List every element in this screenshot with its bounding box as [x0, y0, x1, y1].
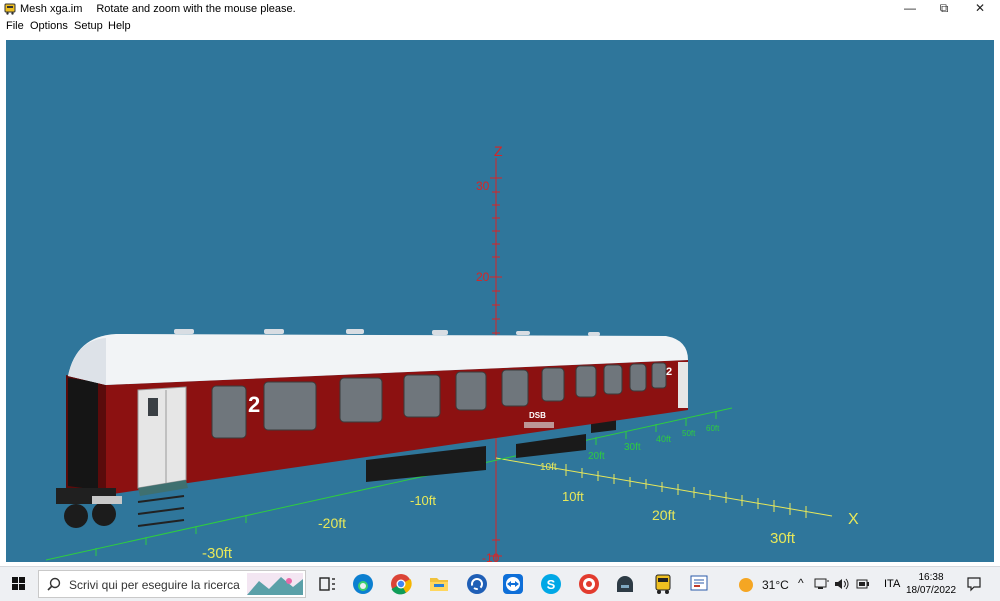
edge-browser-icon[interactable] — [350, 571, 376, 597]
red-app-icon[interactable] — [576, 571, 602, 597]
z-tick-neg10: -10 — [482, 551, 500, 562]
search-placeholder: Scrivi qui per eseguire la ricerca — [69, 578, 240, 592]
skype-icon[interactable]: S — [538, 571, 564, 597]
class-number-far: 2 — [666, 366, 672, 378]
teamviewer-icon[interactable] — [500, 571, 526, 597]
z-tick-20: 20 — [476, 270, 490, 284]
battery-icon[interactable] — [856, 578, 870, 590]
far-door — [678, 362, 688, 408]
menu-file[interactable]: File — [6, 20, 24, 32]
clock-time: 16:38 — [918, 572, 944, 583]
window-title: Mesh xga.im Rotate and zoom with the mous… — [20, 3, 296, 15]
sync-app-icon[interactable] — [464, 571, 490, 597]
restore-button[interactable]: ⧉ — [926, 0, 962, 18]
3d-viewport[interactable]: Z 30 20 -10 X 10ft 20ft 30ft -10ft -20ft… — [6, 40, 994, 562]
x-tick-30ft: 30ft — [770, 530, 796, 547]
app-train-icon — [4, 3, 16, 15]
end-gangway — [68, 378, 98, 490]
windows-start-icon[interactable] — [0, 567, 38, 601]
z-tick-30: 30 — [476, 179, 490, 193]
scene-canvas[interactable]: Z 30 20 -10 X 10ft 20ft 30ft -10ft -20ft… — [6, 40, 994, 562]
far-tick-50ft: 50ft — [682, 429, 696, 438]
far-tick-60ft: 60ft — [706, 424, 720, 433]
minimize-button[interactable]: — — [892, 0, 928, 18]
search-icon — [47, 577, 61, 591]
notification-icon[interactable] — [966, 576, 982, 592]
app-name: Mesh xga.im — [20, 3, 83, 15]
chrome-browser-icon[interactable] — [388, 571, 414, 597]
operator-logo: DSB — [529, 411, 546, 420]
weather-temperature: 31°C — [762, 578, 789, 592]
chevron-up-icon[interactable]: ^ — [798, 576, 804, 590]
dark-app-icon[interactable] — [612, 571, 638, 597]
class-number: 2 — [248, 392, 260, 417]
far-tick-30ft: 30ft — [624, 442, 641, 453]
document-app-icon[interactable] — [686, 571, 712, 597]
network-icon[interactable] — [814, 577, 830, 591]
mesh-viewer-train-icon[interactable] — [650, 571, 676, 597]
menu-options[interactable]: Options — [30, 20, 68, 32]
railway-car-model[interactable]: 2 2 DSB — [56, 329, 688, 528]
clock-date: 18/07/2022 — [906, 585, 957, 596]
taskbar: Scrivi qui per eseguire la ricerca S 31°… — [0, 566, 1000, 601]
search-highlight-image — [247, 573, 303, 595]
door-window — [148, 398, 158, 416]
car-number-plate — [524, 422, 554, 428]
window-hint: Rotate and zoom with the mouse please. — [96, 3, 296, 15]
z-axis-label: Z — [494, 143, 503, 159]
menu-bar: File Options Setup Help — [0, 18, 1000, 34]
clock[interactable]: 16:38 18/07/2022 — [906, 571, 956, 597]
far-tick-40ft: 40ft — [656, 434, 672, 444]
search-box[interactable]: Scrivi qui per eseguire la ricerca — [38, 570, 306, 598]
near-tick-10ft: 10ft — [540, 462, 557, 473]
car-door — [137, 386, 187, 489]
svg-text:S: S — [547, 577, 556, 592]
menu-setup[interactable]: Setup — [74, 20, 103, 32]
menu-help[interactable]: Help — [108, 20, 131, 32]
close-button[interactable]: ✕ — [962, 0, 998, 18]
language-indicator[interactable]: ITA — [884, 578, 900, 590]
sun-icon — [739, 578, 753, 592]
x-axis-label: X — [848, 511, 859, 528]
door-steps — [137, 495, 185, 527]
far-tick-20ft: 20ft — [588, 451, 605, 462]
underframe-box — [516, 434, 586, 458]
neg-tick-10ft: -10ft — [410, 493, 436, 508]
title-bar: Mesh xga.im Rotate and zoom with the mous… — [0, 0, 1000, 18]
neg-tick-30ft: -30ft — [202, 545, 233, 562]
bogie — [56, 488, 122, 528]
x-tick-10ft: 10ft — [562, 489, 584, 504]
x-tick-20ft: 20ft — [652, 507, 675, 523]
neg-tick-20ft: -20ft — [318, 515, 346, 531]
speaker-icon[interactable] — [834, 577, 850, 591]
tray-icons: ^ — [798, 567, 878, 601]
file-explorer-icon[interactable] — [426, 571, 452, 597]
task-view-icon[interactable] — [314, 571, 340, 597]
